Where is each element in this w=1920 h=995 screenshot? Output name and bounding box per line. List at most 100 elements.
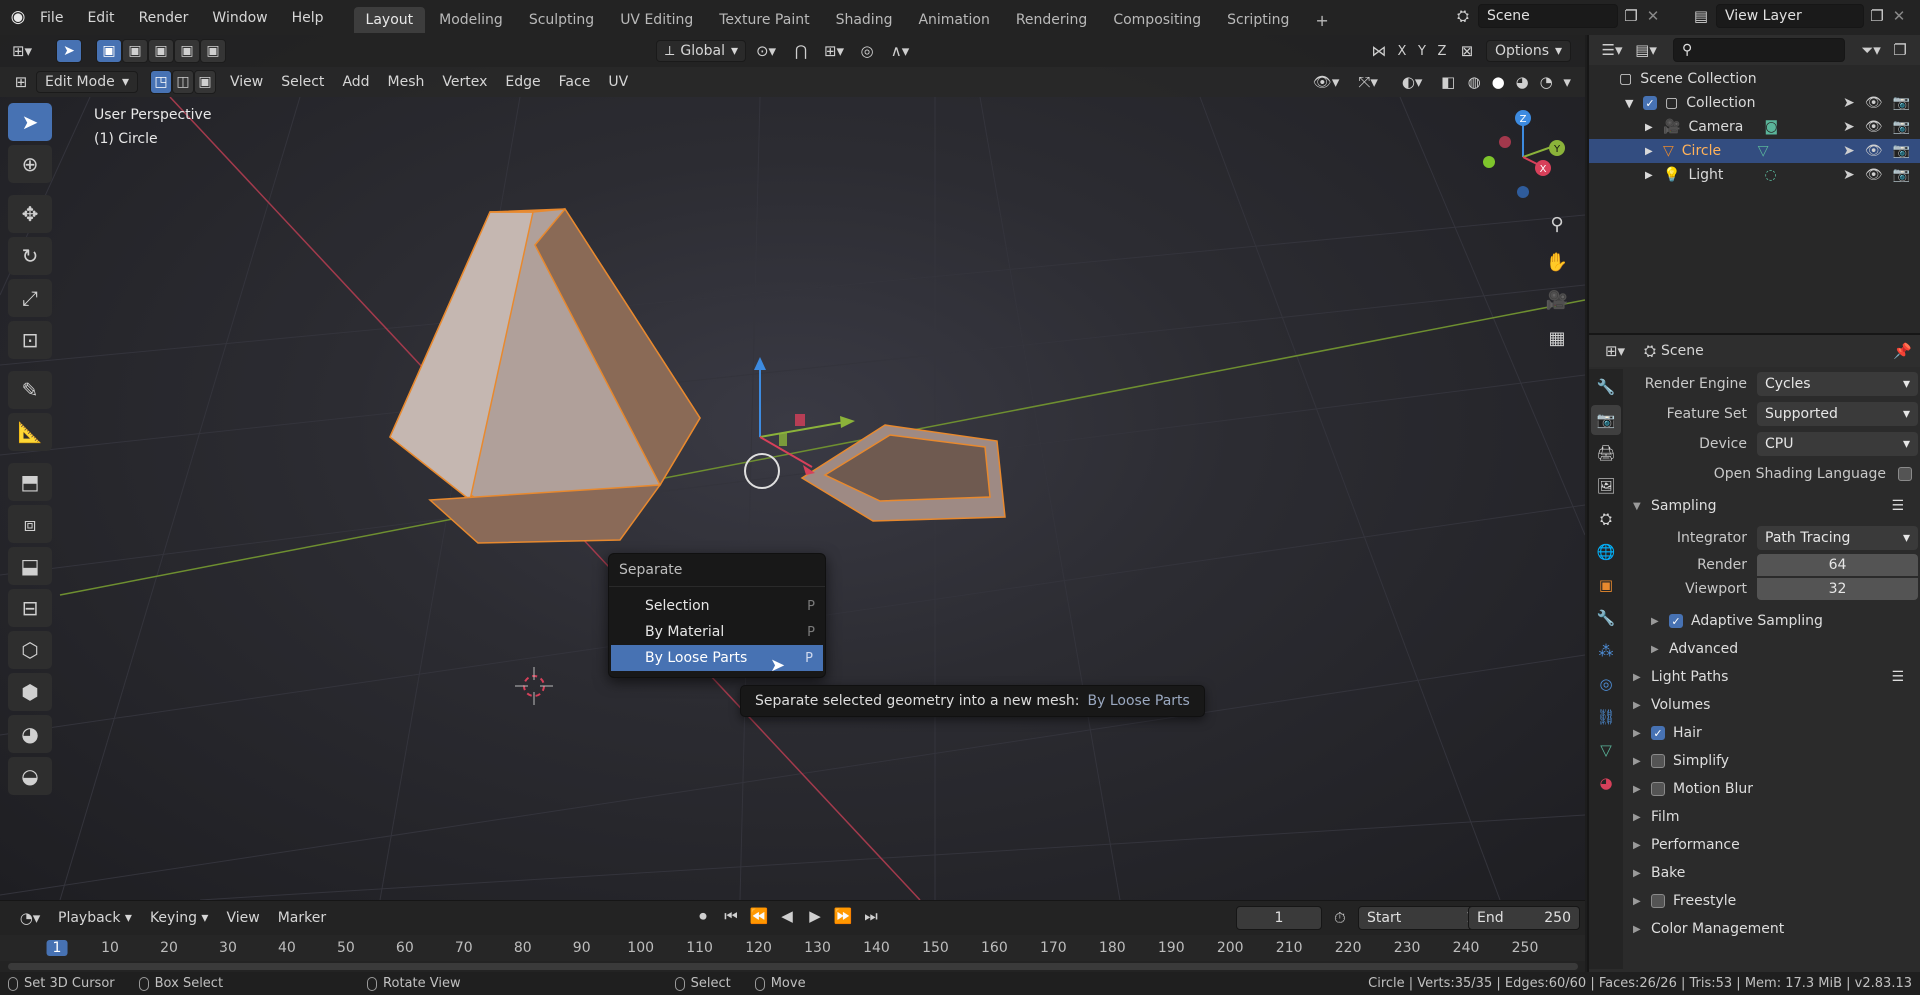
edge-select-icon[interactable]: ◫	[172, 70, 194, 94]
filter-icon[interactable]: ⏷▾	[1853, 42, 1889, 58]
select-tool-icon[interactable]: ➤	[56, 39, 82, 63]
outliner-search-input[interactable]: ⚲	[1673, 38, 1845, 62]
scale-tool-icon[interactable]: ⤢	[8, 279, 52, 317]
menu-select[interactable]: Select	[273, 71, 332, 93]
output-tab-icon[interactable]: 🖨	[1591, 438, 1621, 468]
expand-arrow-icon[interactable]: ▶	[1645, 170, 1663, 181]
add-workspace-icon[interactable]: +	[1303, 6, 1340, 35]
select-box-tool-icon[interactable]: ➤	[8, 103, 52, 141]
world-tab-icon[interactable]: 🌐	[1591, 537, 1621, 567]
wireframe-shading-icon[interactable]: ◍	[1462, 74, 1486, 90]
menu-window[interactable]: Window	[212, 10, 267, 26]
properties-editor-icon[interactable]: ⊞▾	[1597, 343, 1633, 359]
integrator-dropdown[interactable]: Path Tracing ▾	[1757, 526, 1918, 550]
simplify-panel[interactable]: ▶ Simplify	[1625, 747, 1918, 775]
outliner-item-light[interactable]: ▶ 💡 Light ◌ ➤ 👁 📷	[1589, 163, 1920, 187]
pan-hand-icon[interactable]: ✋	[1540, 245, 1574, 279]
menu-face[interactable]: Face	[551, 71, 599, 93]
tray-mesh[interactable]	[800, 424, 1006, 522]
tab-compositing[interactable]: Compositing	[1101, 7, 1213, 33]
current-frame-marker[interactable]: 1	[46, 940, 68, 956]
snap-icon[interactable]: ⋂	[786, 43, 816, 59]
view-layer-field[interactable]: View Layer	[1716, 4, 1864, 28]
tab-scripting[interactable]: Scripting	[1215, 7, 1301, 33]
motion-blur-checkbox[interactable]	[1651, 782, 1665, 796]
next-keyframe-icon[interactable]: ⏩	[832, 909, 854, 924]
menu-item-selection[interactable]: Selection P	[609, 593, 825, 619]
perspective-toggle-icon[interactable]: ▦	[1540, 321, 1574, 355]
feature-set-dropdown[interactable]: Supported ▾	[1757, 402, 1918, 426]
xray-toggle-icon[interactable]: ◧	[1434, 74, 1462, 90]
menu-edit[interactable]: Edit	[87, 10, 114, 26]
menu-view[interactable]: View	[222, 71, 271, 93]
end-frame-field[interactable]: End 250	[1468, 906, 1580, 930]
auto-merge-icon[interactable]: ⊠	[1452, 43, 1482, 59]
close-view-layer-icon[interactable]: ✕	[1890, 8, 1908, 24]
mirror-z-toggle[interactable]: Z	[1432, 45, 1452, 58]
select-mode-subtract-icon[interactable]: ▣	[148, 39, 174, 63]
copy-view-layer-icon[interactable]: ❐	[1864, 8, 1890, 24]
select-toggle-icon[interactable]: ➤	[1843, 119, 1855, 135]
menu-uv[interactable]: UV	[600, 71, 636, 93]
timeline-scrollbar[interactable]	[8, 963, 1578, 970]
select-toggle-icon[interactable]: ➤	[1843, 167, 1855, 183]
adaptive-sampling-subpanel[interactable]: ▶ ✓ Adaptive Sampling	[1625, 607, 1918, 635]
timeline-editor-icon[interactable]: ◔▾	[10, 910, 50, 926]
face-select-icon[interactable]: ▣	[194, 70, 216, 94]
menu-timeline-view[interactable]: View	[218, 907, 267, 929]
camera-view-icon[interactable]: 🎥	[1540, 283, 1574, 317]
eye-icon[interactable]: 👁	[1865, 95, 1883, 111]
data-tab-icon[interactable]: ▽	[1591, 735, 1621, 765]
display-mode-icon[interactable]: ▤▾	[1629, 42, 1663, 58]
copy-scene-icon[interactable]: ❐	[1618, 8, 1644, 24]
light-paths-panel[interactable]: ▶ Light Paths ☰	[1625, 663, 1918, 691]
tab-shading[interactable]: Shading	[824, 7, 905, 33]
color-management-panel[interactable]: ▶ Color Management	[1625, 915, 1918, 943]
physics-tab-icon[interactable]: ◎	[1591, 669, 1621, 699]
jump-start-icon[interactable]: ⏮	[720, 909, 742, 924]
clock-icon[interactable]: ⏱	[1334, 911, 1346, 926]
render-samples-field[interactable]: 64	[1757, 554, 1918, 576]
navigation-gizmo[interactable]: Z Y X	[1483, 110, 1565, 198]
expand-arrow-icon[interactable]: ▼	[1625, 97, 1643, 110]
move-tool-icon[interactable]: ✥	[8, 195, 52, 233]
light-data-icon[interactable]: ◌	[1764, 167, 1776, 183]
expand-arrow-icon[interactable]: ▶	[1645, 146, 1663, 157]
adaptive-sampling-checkbox[interactable]: ✓	[1669, 614, 1683, 628]
tab-layout[interactable]: Layout	[353, 7, 426, 33]
sampling-panel[interactable]: ▼ Sampling ☰	[1625, 489, 1918, 523]
view-layer-tab-icon[interactable]: 🖼	[1591, 471, 1621, 501]
bevel-tool-icon[interactable]: ⬓	[8, 547, 52, 585]
menu-mesh[interactable]: Mesh	[380, 71, 433, 93]
select-mode-new-icon[interactable]: ▣	[96, 39, 122, 63]
outliner-item-camera[interactable]: ▶ 🎥 Camera ◙ ➤ 👁 📷	[1589, 115, 1920, 139]
menu-marker[interactable]: Marker	[270, 907, 334, 929]
menu-file[interactable]: File	[40, 10, 63, 26]
bake-panel[interactable]: ▶ Bake	[1625, 859, 1918, 887]
solid-shading-icon[interactable]: ●	[1486, 74, 1510, 90]
freestyle-checkbox[interactable]	[1651, 894, 1665, 908]
tab-rendering[interactable]: Rendering	[1004, 7, 1100, 33]
camera-render-icon[interactable]: 📷	[1893, 167, 1910, 183]
advanced-subpanel[interactable]: ▶ Advanced	[1625, 635, 1918, 663]
mode-dropdown[interactable]: Edit Mode ▾	[36, 71, 138, 93]
outliner-item-circle[interactable]: ▶ ▽ Circle ▽ ➤ 👁 📷	[1589, 139, 1920, 163]
measure-tool-icon[interactable]: 📐	[8, 413, 52, 451]
osl-checkbox[interactable]	[1898, 467, 1912, 481]
presets-list-icon[interactable]: ☰	[1891, 669, 1904, 685]
menu-add[interactable]: Add	[334, 71, 377, 93]
transform-orientation-dropdown[interactable]: ⟂ Global ▾	[656, 40, 746, 62]
scene-icon[interactable]: ⛭	[1448, 8, 1478, 24]
jump-end-icon[interactable]: ⏭	[860, 909, 882, 924]
menu-keying[interactable]: Keying ▾	[142, 907, 217, 929]
inset-tool-icon[interactable]: ⧈	[8, 505, 52, 543]
annotate-tool-icon[interactable]: ✎	[8, 371, 52, 409]
select-mode-extend-icon[interactable]: ▣	[122, 39, 148, 63]
tab-texture-paint[interactable]: Texture Paint	[707, 7, 821, 33]
rendered-shading-icon[interactable]: ◔	[1534, 74, 1558, 90]
camera-render-icon[interactable]: 📷	[1893, 95, 1910, 111]
simplify-checkbox[interactable]	[1651, 754, 1665, 768]
3d-viewport[interactable]: Z Y X ⊞▾ ➤ ▣ ▣ ▣ ▣ ▣ ⟂ Global ▾ ⊙▾ ⋂ ⊞▾ ◎ …	[0, 35, 1585, 900]
material-shading-icon[interactable]: ◕	[1510, 74, 1534, 90]
pivot-point-icon[interactable]: ⊙▾	[746, 43, 786, 59]
